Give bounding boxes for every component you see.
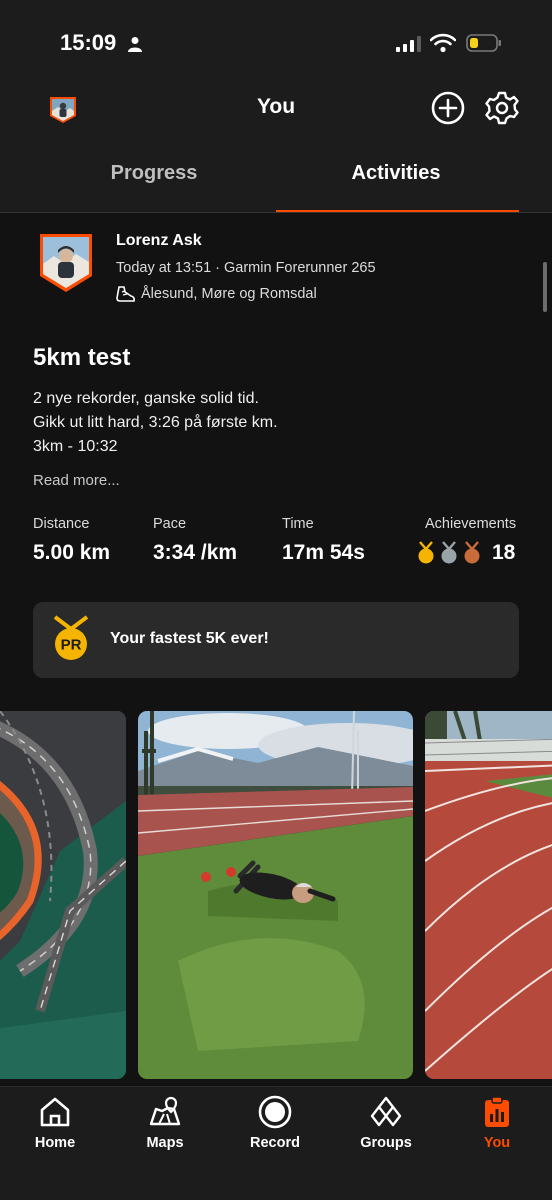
track-photo[interactable] [425, 711, 552, 1079]
nav-record[interactable]: Record [220, 1087, 330, 1167]
header-divider [0, 212, 552, 213]
route-map-thumbnail[interactable] [0, 711, 126, 1079]
achievements-count[interactable]: 18 [492, 541, 515, 565]
distance-value: 5.00 km [33, 541, 111, 564]
groups-icon [370, 1096, 402, 1127]
shoe-icon [116, 286, 135, 302]
achievements-label: Achievements [425, 516, 517, 532]
activity-meta: Today at 13:51 · Garmin Forerunner 265 [116, 260, 376, 276]
read-more-link[interactable]: Read more... [33, 472, 120, 489]
activity-location: Ålesund, Møre og Romsdal [141, 286, 317, 302]
scrollbar[interactable] [543, 262, 547, 312]
medals-icon[interactable] [418, 541, 490, 565]
nav-you[interactable]: You [442, 1087, 552, 1167]
status-bar: 15:09 [0, 0, 552, 80]
pr-text: Your fastest 5K ever! [110, 630, 269, 647]
pace-value: 3:34 /km [153, 541, 238, 564]
record-icon [258, 1095, 292, 1129]
wifi-icon [430, 33, 456, 53]
time-label: Time [282, 516, 314, 532]
nav-label: Record [250, 1135, 300, 1151]
activity-description-line: Gikk ut litt hard, 3:26 på første km. [33, 414, 278, 431]
nav-maps[interactable]: Maps [110, 1087, 220, 1167]
nav-label: You [483, 1135, 511, 1151]
athlete-name[interactable]: Lorenz Ask [116, 232, 202, 250]
nav-label: Groups [360, 1135, 412, 1151]
nav-home[interactable]: Home [0, 1087, 110, 1167]
activity-description-line: 3km - 10:32 [33, 438, 118, 455]
add-icon[interactable] [430, 90, 466, 126]
person-status-icon [128, 37, 142, 52]
tab-progress[interactable]: Progress [34, 162, 274, 185]
nav-groups[interactable]: Groups [331, 1087, 441, 1167]
pace-label: Pace [153, 516, 187, 532]
nav-label: Home [34, 1135, 76, 1151]
app-header: You Progress Activities [0, 80, 552, 213]
pr-badge-text: PR [61, 637, 82, 654]
pr-card[interactable]: PR Your fastest 5K ever! [33, 602, 519, 678]
gear-icon[interactable] [484, 90, 520, 126]
athlete-avatar[interactable] [38, 232, 94, 294]
distance-label: Distance [33, 516, 90, 532]
activity-description-line: 2 nye rekorder, ganske solid tid. [33, 390, 259, 407]
status-time: 15:09 [60, 30, 117, 55]
pr-medal-icon: PR [53, 615, 89, 660]
bottom-nav: Home Maps Record Groups You [0, 1086, 552, 1200]
time-value: 17m 54s [282, 541, 365, 564]
nav-label: Maps [146, 1135, 184, 1151]
cellular-signal-icon [396, 36, 421, 52]
activity-title[interactable]: 5km test [33, 344, 130, 372]
battery-icon [466, 34, 501, 52]
page-title: You [256, 95, 296, 118]
tab-activities[interactable]: Activities [276, 162, 516, 185]
clipboard-chart-icon [485, 1096, 509, 1127]
map-icon [149, 1096, 181, 1126]
home-icon [40, 1097, 70, 1127]
activity-photo[interactable] [138, 711, 413, 1079]
